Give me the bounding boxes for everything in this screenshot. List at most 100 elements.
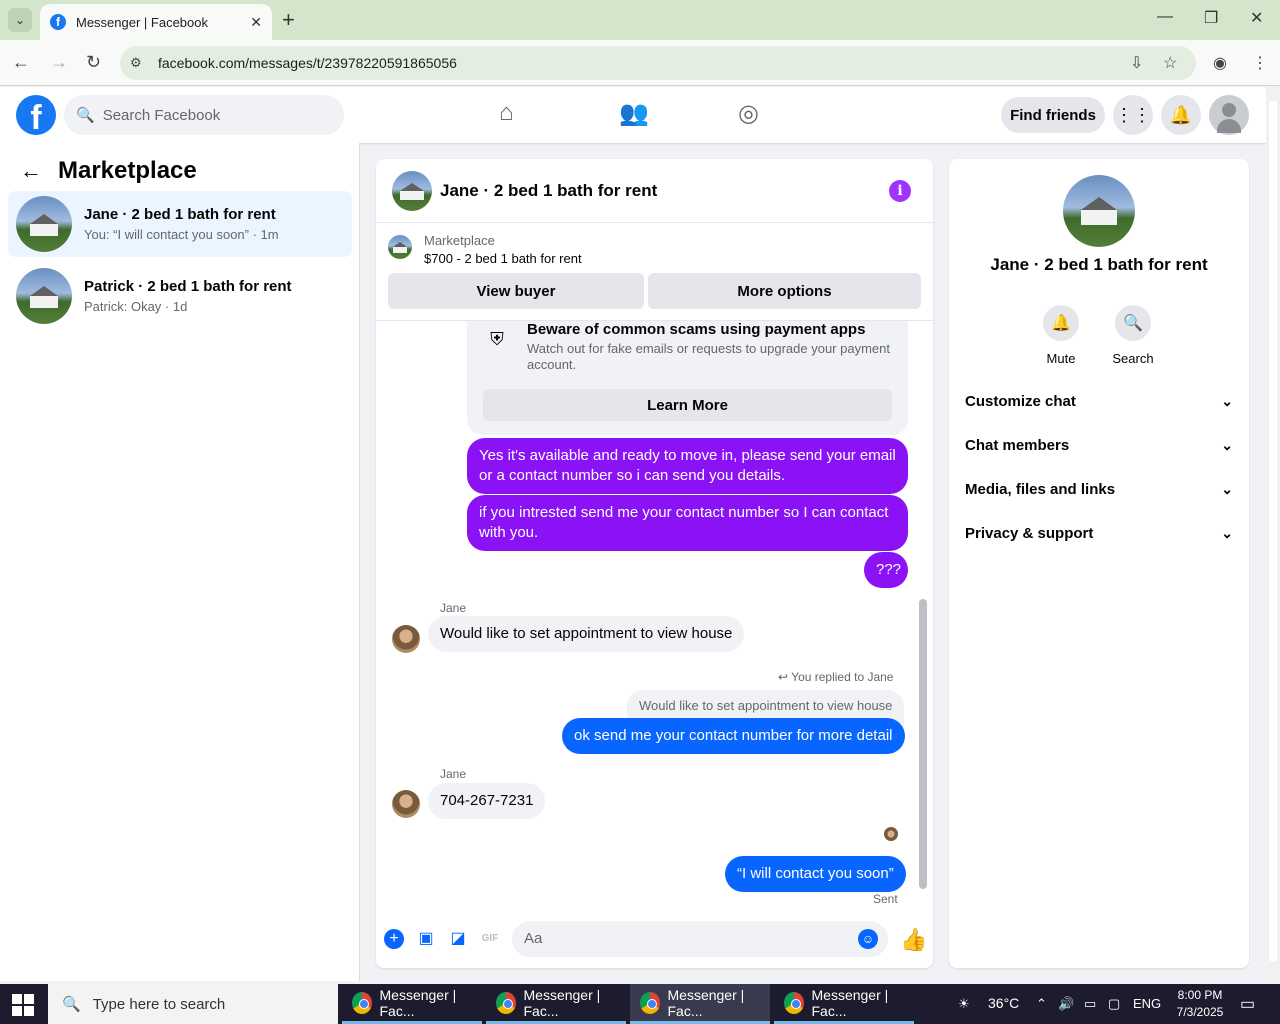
gif-icon[interactable]: GIF <box>480 929 500 949</box>
install-app-icon[interactable]: ⇩ <box>1130 53 1143 73</box>
browser-tab-bar: ⌄ f Messenger | Facebook ✕ + — ❐ ✕ <box>0 0 1280 40</box>
url-field[interactable]: ⚙ facebook.com/messages/t/23978220591865… <box>120 46 1196 80</box>
listing-title[interactable]: $700 - 2 bed 1 bath for rent <box>424 251 582 266</box>
search-in-chat-button[interactable]: 🔍 Search <box>1103 305 1163 366</box>
reply-label-text: You replied to Jane <box>791 670 894 684</box>
message-input[interactable]: Aa ☺ <box>512 921 888 957</box>
plus-icon[interactable]: + <box>384 929 404 949</box>
section-label: Media, files and links <box>965 480 1116 498</box>
photo-icon[interactable]: ▣ <box>416 929 436 949</box>
reload-icon[interactable]: ↻ <box>86 52 101 73</box>
profile-icon[interactable]: ◉ <box>1213 53 1227 73</box>
site-info-icon[interactable]: ⚙ <box>130 55 150 71</box>
page-scrollbar[interactable] <box>1266 87 1280 981</box>
volume-icon[interactable]: 🔊 <box>1058 996 1074 1012</box>
chrome-menu-icon[interactable]: ⋮ <box>1252 53 1268 73</box>
section-chat-members[interactable]: Chat members ⌄ <box>965 423 1233 467</box>
sticker-icon[interactable]: ◪ <box>448 929 468 949</box>
more-options-button[interactable]: More options <box>648 273 921 309</box>
learn-more-button[interactable]: Learn More <box>483 389 892 421</box>
tray-chevron-icon[interactable]: ⌃ <box>1036 996 1047 1012</box>
message-outgoing[interactable]: Yes it's available and ready to move in,… <box>467 438 908 494</box>
minimize-icon[interactable]: — <box>1157 8 1173 26</box>
tab-search-button[interactable]: ⌄ <box>8 8 32 32</box>
home-icon[interactable]: ⌂ <box>499 99 514 127</box>
chevron-down-icon: ⌄ <box>1221 480 1233 497</box>
chat-avatar[interactable] <box>392 170 432 211</box>
message-outgoing[interactable]: ok send me your contact number for more … <box>562 718 905 754</box>
menu-grid-icon[interactable]: ⋮⋮ <box>1113 95 1153 135</box>
info-icon[interactable]: i <box>889 180 911 202</box>
chevron-down-icon: ⌄ <box>1221 436 1233 453</box>
taskbar-app-label: Messenger | Fac... <box>811 986 889 1019</box>
browser-tab[interactable]: f Messenger | Facebook ✕ <box>40 4 272 40</box>
back-arrow-icon[interactable]: ← <box>20 158 42 184</box>
restore-icon[interactable]: ❐ <box>1204 8 1218 28</box>
display-icon[interactable]: ▢ <box>1108 996 1120 1012</box>
view-buyer-button[interactable]: View buyer <box>388 273 644 309</box>
network-icon[interactable]: ▭ <box>1084 996 1096 1012</box>
address-bar-row: ← → ↻ ⚙ facebook.com/messages/t/23978220… <box>0 40 1280 86</box>
new-tab-button[interactable]: + <box>282 8 295 32</box>
jane-avatar[interactable] <box>392 790 420 818</box>
find-friends-button[interactable]: Find friends <box>1001 97 1105 133</box>
message-incoming[interactable]: Would like to set appointment to view ho… <box>428 616 745 652</box>
taskbar-app-chrome[interactable]: Messenger | Fac... <box>774 984 914 1024</box>
chat-scrollbar[interactable] <box>919 599 927 889</box>
forward-icon[interactable]: → <box>50 52 68 73</box>
chrome-icon <box>640 991 660 1014</box>
emoji-icon[interactable]: ☺ <box>858 929 878 949</box>
conversation-item-jane[interactable]: Jane · 2 bed 1 bath for rent You: “I wil… <box>8 191 352 257</box>
pane-title: Marketplace <box>58 157 197 184</box>
search-icon: 🔍 <box>62 996 81 1013</box>
taskbar-app-label: Messenger | Fac... <box>523 986 601 1019</box>
message-outgoing[interactable]: ??? <box>864 552 908 588</box>
section-label: Privacy & support <box>965 524 1094 542</box>
chat-header: Jane · 2 bed 1 bath for rent i <box>376 159 933 223</box>
section-customize-chat[interactable]: Customize chat ⌄ <box>965 379 1233 423</box>
close-tab-icon[interactable]: ✕ <box>250 14 262 31</box>
conversation-preview: You: “I will contact you soon” · 1m <box>84 227 279 242</box>
language-indicator[interactable]: ENG <box>1133 996 1161 1011</box>
taskbar-search-placeholder: Type here to search <box>92 995 226 1013</box>
taskbar-clock[interactable]: 8:00 PM 7/3/2025 <box>1160 987 1240 1021</box>
section-media-files-links[interactable]: Media, files and links ⌄ <box>965 467 1233 511</box>
chat-title[interactable]: Jane · 2 bed 1 bath for rent <box>440 181 657 201</box>
taskbar-app-chrome[interactable]: Messenger | Fac... <box>342 984 482 1024</box>
mute-button[interactable]: 🔔 Mute <box>1031 305 1091 366</box>
temperature[interactable]: 36°C <box>988 995 1019 1011</box>
notification-center-icon[interactable]: ▭ <box>1240 994 1255 1014</box>
taskbar-app-chrome[interactable]: Messenger | Fac... <box>486 984 626 1024</box>
chevron-down-icon: ⌄ <box>1221 392 1233 409</box>
section-privacy-support[interactable]: Privacy & support ⌄ <box>965 511 1233 555</box>
message-incoming[interactable]: 704-267-7231 <box>428 783 546 819</box>
groups-icon[interactable]: ◎ <box>738 99 759 128</box>
tab-title: Messenger | Facebook <box>76 14 208 30</box>
windows-taskbar: 🔍 Type here to search Messenger | Fac...… <box>0 984 1280 1024</box>
facebook-search-input[interactable]: 🔍 Search Facebook <box>64 95 344 135</box>
reply-arrow-icon: ↩ <box>778 670 792 684</box>
facebook-favicon-icon: f <box>50 14 66 30</box>
windows-start-icon[interactable] <box>12 994 34 1016</box>
section-label: Chat members <box>965 436 1070 454</box>
chat-details-avatar[interactable] <box>1063 175 1135 247</box>
bookmark-star-icon[interactable]: ☆ <box>1163 53 1177 73</box>
back-icon[interactable]: ← <box>12 52 30 73</box>
listing-thumbnail <box>388 235 412 259</box>
taskbar-search-input[interactable]: 🔍 Type here to search <box>48 984 338 1024</box>
friends-icon[interactable]: 👥 <box>619 99 649 128</box>
facebook-logo-icon[interactable]: f <box>16 95 56 135</box>
message-placeholder: Aa <box>524 930 543 947</box>
weather-icon[interactable]: ☀ <box>958 996 970 1012</box>
thumbs-up-icon[interactable]: 👍 <box>900 927 927 953</box>
conversation-item-patrick[interactable]: Patrick · 2 bed 1 bath for rent Patrick:… <box>8 263 352 329</box>
account-avatar[interactable] <box>1209 95 1249 135</box>
notifications-bell-icon[interactable]: 🔔 <box>1161 95 1201 135</box>
jane-avatar[interactable] <box>392 625 420 653</box>
message-outgoing[interactable]: if you intrested send me your contact nu… <box>467 495 908 551</box>
close-window-icon[interactable]: ✕ <box>1250 8 1263 28</box>
taskbar-app-chrome[interactable]: Messenger | Fac... <box>630 984 770 1024</box>
listing-thumbnail <box>16 268 72 324</box>
message-outgoing[interactable]: “I will contact you soon” <box>725 856 906 892</box>
chat-details-name: Jane · 2 bed 1 bath for rent <box>990 255 1208 274</box>
